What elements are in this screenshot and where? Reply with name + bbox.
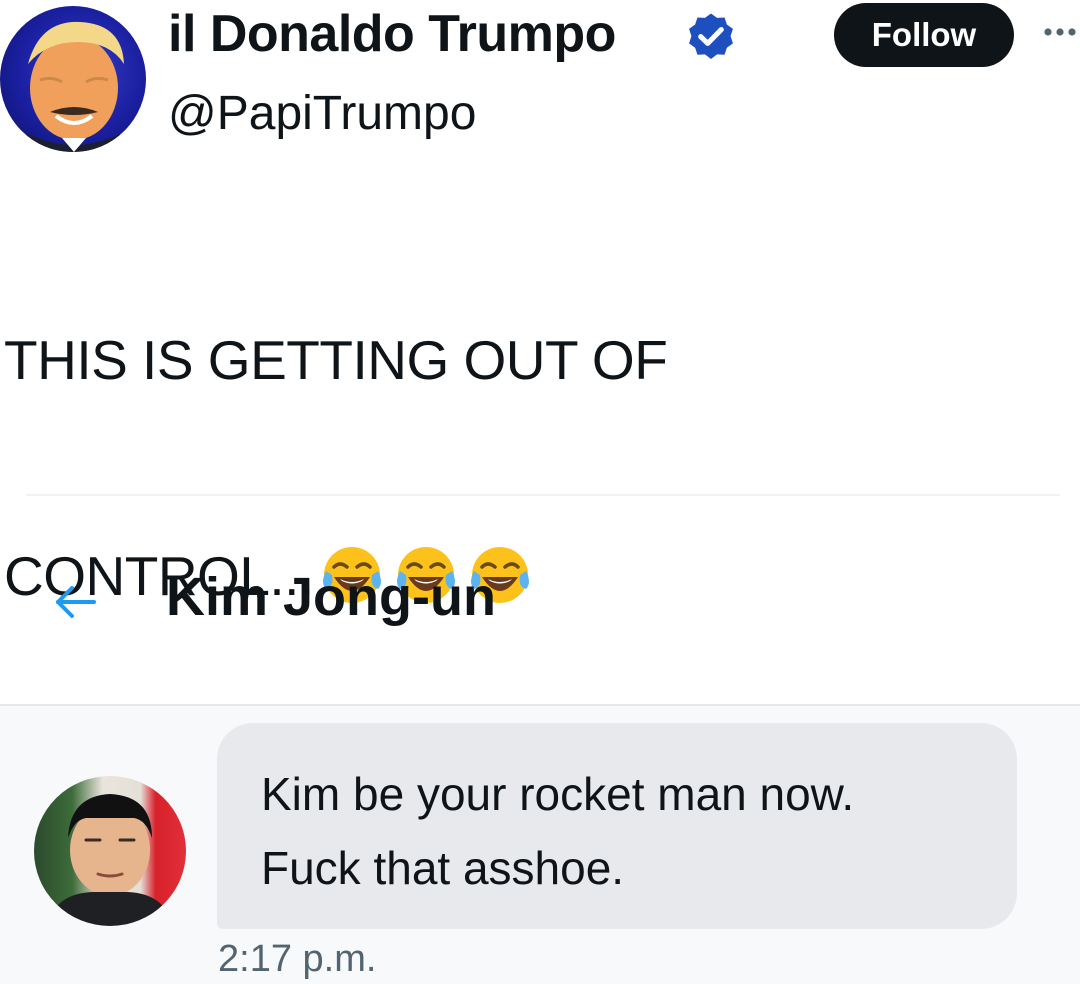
message-bubble[interactable]: Kim be your rocket man now. Fuck that as… [217, 723, 1017, 929]
message-timestamp: 2:17 p.m. [218, 938, 377, 980]
author-avatar[interactable] [0, 6, 146, 152]
author-handle[interactable]: @PapiTrumpo [168, 86, 476, 141]
contact-avatar[interactable] [34, 776, 186, 926]
message-line-1: Kim be your rocket man now. [261, 768, 855, 820]
author-name[interactable]: il Donaldo Trumpo [168, 4, 616, 64]
conversation-title: Kim Jong-un [166, 567, 496, 627]
verified-badge-icon [689, 13, 733, 59]
back-arrow-icon[interactable] [50, 582, 100, 622]
more-dots-icon[interactable] [1040, 22, 1080, 42]
follow-button[interactable]: Follow [834, 3, 1014, 67]
tweet-text-line-1: THIS IS GETTING OUT OF [4, 329, 668, 391]
message-line-2: Fuck that asshoe. [261, 842, 625, 894]
contact-avatar-image [48, 794, 172, 926]
author-avatar-image [18, 21, 130, 152]
divider [26, 494, 1060, 496]
